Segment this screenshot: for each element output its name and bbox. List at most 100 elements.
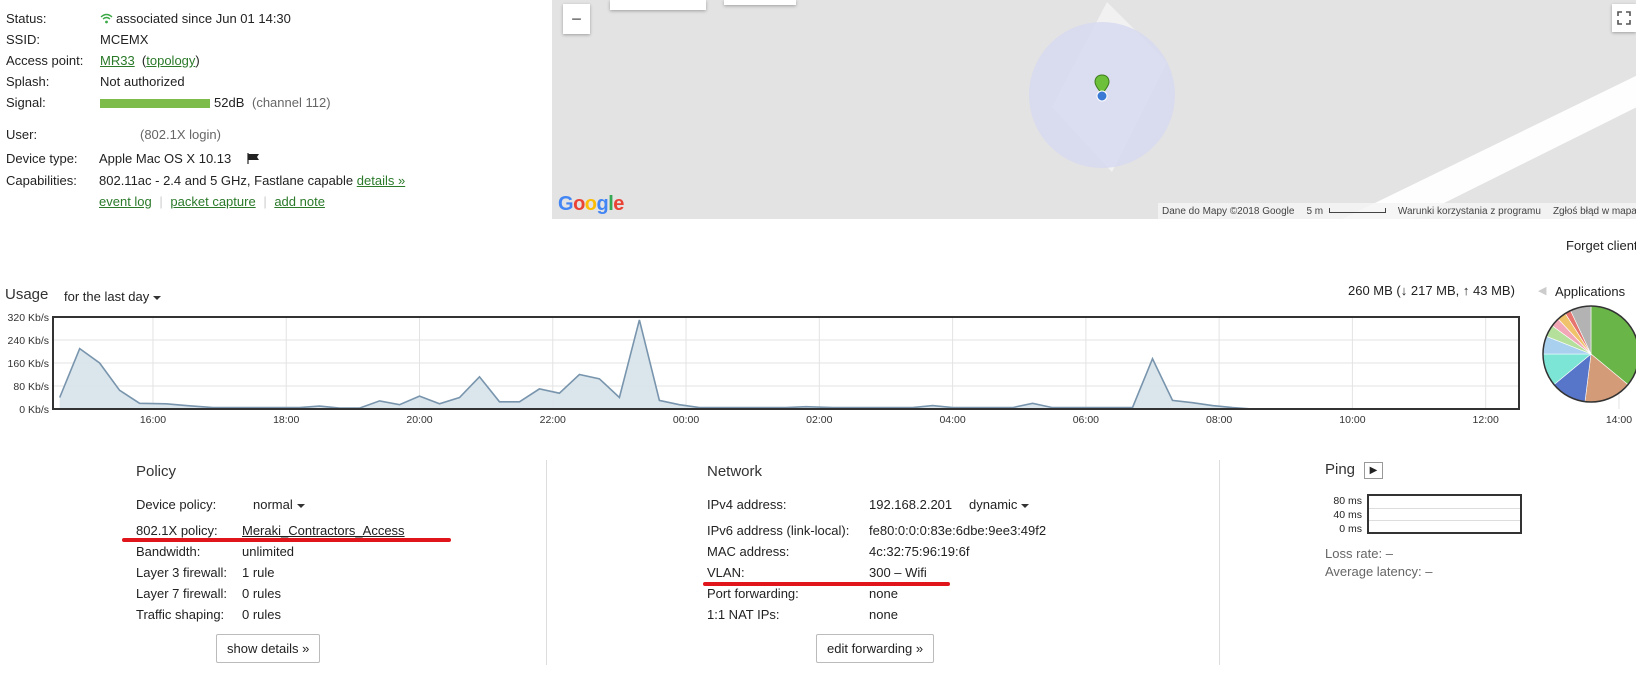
signal-channel: (channel 112) — [252, 95, 331, 110]
show-details-button[interactable]: show details » — [216, 634, 321, 663]
add-note-link[interactable]: add note — [274, 194, 325, 209]
status-text: associated since Jun 01 14:30 — [116, 11, 291, 26]
flag-icon[interactable] — [247, 153, 260, 164]
ipv4-value: 192.168.2.201 — [869, 497, 953, 512]
details-link[interactable]: details » — [357, 173, 405, 188]
ping-title: Ping — [1325, 461, 1356, 478]
location-pin-icon[interactable] — [1094, 74, 1110, 102]
capabilities-label: Capabilities: — [6, 173, 77, 188]
device-policy-dropdown[interactable]: normal — [253, 497, 305, 512]
y-tick-label: 320 Kb/s — [8, 312, 49, 324]
applications-tab[interactable]: Applications — [1555, 284, 1625, 299]
applications-pie-chart[interactable] — [1541, 304, 1636, 404]
gridline — [1369, 508, 1520, 509]
map-attribution: Dane do Mapy ©2018 Google — [1162, 205, 1295, 217]
ipv4-mode-value: dynamic — [969, 497, 1018, 512]
map-report-link[interactable]: Zgłoś błąd w mapach — [1553, 206, 1636, 217]
l7-firewall-label: Layer 7 firewall: — [136, 586, 228, 601]
device-type-label: Device type: — [6, 151, 78, 166]
signal-label: Signal: — [6, 95, 46, 110]
y-tick-label: 240 Kb/s — [8, 335, 49, 347]
usage-title: Usage — [5, 286, 49, 303]
fullscreen-button[interactable] — [1612, 4, 1636, 32]
location-map[interactable]: − Google Dane do Mapy ©2018 Google 5 m W… — [552, 0, 1636, 219]
x-tick-label: 00:00 — [673, 414, 699, 426]
x-tick-label: 22:00 — [540, 414, 566, 426]
ping-y-label: 80 ms — [1333, 495, 1362, 507]
ssid-label: SSID: — [6, 32, 40, 47]
ipv6-value: fe80:0:0:0:83e:6dbe:9ee3:49f2 — [869, 523, 1047, 538]
x-tick-label: 02:00 — [806, 414, 832, 426]
network-title: Network — [707, 463, 763, 480]
ipv4-mode-dropdown[interactable]: dynamic — [969, 497, 1030, 512]
capabilities-text: 802.11ac - 2.4 and 5 GHz, Fastlane capab… — [99, 173, 354, 188]
loss-rate-value: – — [1385, 546, 1393, 561]
divider: | — [263, 194, 267, 209]
status-label: Status: — [6, 11, 47, 26]
status-value: associated since Jun 01 14:30 — [100, 11, 291, 26]
device-policy-value: normal — [253, 497, 293, 512]
loss-rate-label: Loss rate: — [1325, 546, 1383, 561]
chevron-left-icon[interactable]: ◀ — [1538, 284, 1546, 297]
x-tick-label: 14:00 — [1606, 414, 1632, 426]
zoom-out-button[interactable]: − — [563, 4, 590, 34]
map-type-control[interactable] — [610, 0, 706, 10]
usage-range-label: for the last day — [64, 289, 150, 304]
usage-area — [59, 319, 1353, 409]
dot1x-policy-link[interactable]: Meraki_Contractors_Access — [242, 523, 405, 538]
map-terms-link[interactable]: Warunki korzystania z programu — [1398, 206, 1541, 217]
map-canvas — [1029, 2, 1636, 219]
traffic-shaping-value: 0 rules — [242, 607, 282, 622]
l7-firewall-value: 0 rules — [242, 586, 282, 601]
ap-value: MR33 (topology) — [100, 53, 200, 68]
signal-value: 52dB (channel 112) — [100, 95, 331, 110]
ap-label: Access point: — [6, 53, 84, 68]
vlan-label: VLAN: — [707, 565, 745, 580]
packet-capture-link[interactable]: packet capture — [170, 194, 255, 209]
port-forwarding-value: none — [869, 586, 898, 601]
ssid-value: MCEMX — [100, 32, 149, 47]
dot1x-policy-label: 802.1X policy: — [136, 523, 218, 538]
bandwidth-label: Bandwidth: — [136, 544, 201, 559]
highlight-underline — [122, 538, 451, 542]
average-latency: Average latency: – — [1325, 564, 1432, 579]
nat-value: none — [869, 607, 898, 622]
l3-firewall-value: 1 rule — [242, 565, 275, 580]
capabilities-value: 802.11ac - 2.4 and 5 GHz, Fastlane capab… — [99, 173, 405, 188]
chevron-down-icon — [296, 503, 305, 508]
topology-link[interactable]: topology — [146, 53, 195, 68]
ping-y-label: 40 ms — [1333, 509, 1362, 521]
chart-frame — [52, 316, 1520, 410]
device-policy-label: Device policy: — [136, 497, 217, 512]
usage-line — [58, 319, 1353, 410]
play-button[interactable]: ▶ — [1364, 462, 1383, 479]
signal-bar-fill — [100, 99, 210, 109]
map-footer: Dane do Mapy ©2018 Google 5 m Warunki ko… — [1158, 203, 1636, 219]
edit-forwarding-button[interactable]: edit forwarding » — [816, 634, 935, 663]
wifi-icon — [100, 13, 113, 24]
x-tick-label: 10:00 — [1339, 414, 1365, 426]
ap-link[interactable]: MR33 — [100, 53, 135, 68]
map-scale: 5 m — [1306, 206, 1386, 217]
fullscreen-icon — [1617, 11, 1631, 25]
loss-rate: Loss rate: – — [1325, 546, 1393, 561]
splash-label: Splash: — [6, 74, 50, 89]
mac-value: 4c:32:75:96:19:6f — [869, 544, 970, 559]
traffic-shaping-label: Traffic shaping: — [136, 607, 225, 622]
gridline — [1369, 520, 1520, 521]
usage-range-dropdown[interactable]: for the last day — [64, 289, 162, 304]
signal-db: 52dB — [214, 95, 245, 110]
chevron-down-icon — [1021, 503, 1030, 508]
forget-client-button[interactable]: Forget client — [1566, 238, 1636, 253]
x-tick-label: 04:00 — [939, 414, 965, 426]
y-tick-label: 80 Kb/s — [13, 381, 49, 393]
x-tick-label: 20:00 — [406, 414, 432, 426]
bandwidth-value: unlimited — [242, 544, 295, 559]
nat-label: 1:1 NAT IPs: — [707, 607, 780, 622]
map-control[interactable] — [724, 0, 796, 5]
policy-title: Policy — [136, 463, 177, 480]
ipv6-label: IPv6 address (link-local): — [707, 523, 850, 538]
x-tick-label: 06:00 — [1073, 414, 1099, 426]
event-log-link[interactable]: event log — [99, 194, 152, 209]
ping-y-label: 0 ms — [1339, 523, 1362, 535]
